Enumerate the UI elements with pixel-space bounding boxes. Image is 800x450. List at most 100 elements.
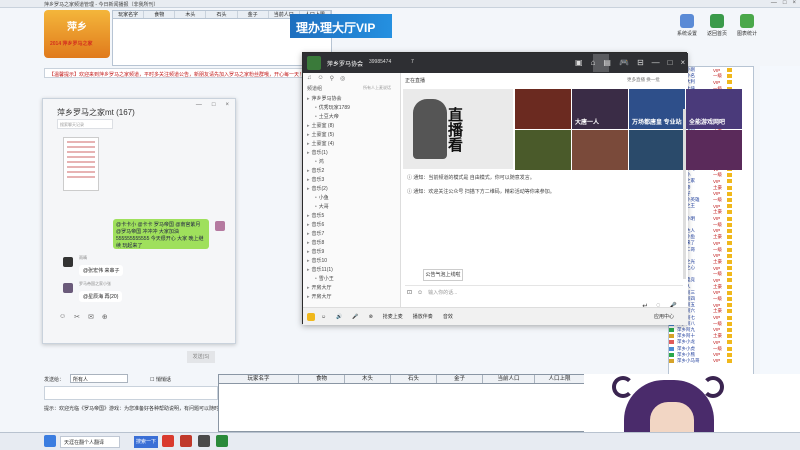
- channel-room[interactable]: ▸ 土豪室 (4): [307, 140, 334, 147]
- window-icon[interactable]: ⊟: [637, 58, 644, 67]
- channel-room[interactable]: ▸ 土豪室 (8): [307, 122, 334, 129]
- channel-room[interactable]: ▸ 音乐3: [307, 176, 324, 183]
- maximize-icon[interactable]: □: [668, 58, 673, 67]
- scissors-icon[interactable]: ✂: [74, 313, 80, 321]
- channel-room[interactable]: ▸ 音乐(1): [307, 149, 328, 156]
- col-header[interactable]: 石头: [206, 11, 238, 18]
- message-input-box[interactable]: [44, 386, 218, 400]
- avatar[interactable]: [63, 257, 73, 267]
- search-icon[interactable]: ⚲: [330, 75, 334, 82]
- minimize-icon[interactable]: —: [652, 58, 660, 67]
- image-icon[interactable]: ⊡: [407, 289, 412, 296]
- col-header[interactable]: 玩家名字: [113, 11, 145, 18]
- system-settings-button[interactable]: 系统设置: [672, 14, 702, 40]
- col-header[interactable]: 玩家名字: [219, 375, 299, 383]
- app-center-button[interactable]: 应用中心: [654, 313, 674, 320]
- emoji-icon[interactable]: ☺: [321, 314, 326, 320]
- settings-icon[interactable]: ⊗: [369, 314, 373, 320]
- chat-search-input[interactable]: 搜索聊天记录: [57, 119, 113, 129]
- shared-image-thumbnail[interactable]: [63, 137, 99, 191]
- list-icon[interactable]: ▤: [603, 58, 611, 67]
- col-header[interactable]: 食物: [299, 375, 345, 383]
- close-icon[interactable]: ×: [680, 58, 685, 67]
- live-thumbnail[interactable]: [629, 130, 685, 170]
- col-header[interactable]: 当前人口: [483, 375, 535, 383]
- channel-room[interactable]: ▸ 音乐10: [307, 257, 327, 264]
- app-icon[interactable]: [162, 435, 174, 447]
- col-header[interactable]: 金子: [238, 11, 269, 18]
- gamepad-icon[interactable]: 🎮: [619, 58, 629, 67]
- vip-banner[interactable]: 理办理大厅VIP: [290, 14, 392, 38]
- maximize-icon[interactable]: □: [212, 102, 216, 108]
- channel-room[interactable]: ▸ 音乐5: [307, 212, 324, 219]
- channel-room[interactable]: ▸ 音乐2: [307, 167, 324, 174]
- live-thumbnail[interactable]: 全能游戏网吧: [686, 89, 742, 129]
- col-header[interactable]: 人口上限: [535, 375, 585, 383]
- mail-icon[interactable]: ✉: [88, 313, 94, 321]
- channel-room[interactable]: ▸ 音乐(2): [307, 185, 328, 192]
- app-icon[interactable]: [216, 435, 228, 447]
- channel-room[interactable]: ▸ 音乐6: [307, 221, 324, 228]
- channel-member[interactable]: • 雪小王: [315, 275, 334, 282]
- channel-room[interactable]: ▸ 音乐7: [307, 230, 324, 237]
- send-button[interactable]: 发送(S): [187, 351, 215, 363]
- play-accompaniment-button[interactable]: 播放伴奏: [413, 313, 433, 320]
- col-header[interactable]: 食物: [144, 11, 176, 18]
- app-icon[interactable]: [198, 435, 210, 447]
- message-input-row[interactable]: ⊡ ☺ 输入你的话... ↵ ◌ 🎤: [405, 285, 683, 310]
- home-icon[interactable]: ⌂: [591, 58, 596, 67]
- channel-room[interactable]: ▸ 音乐8: [307, 239, 324, 246]
- scrollbar[interactable]: [683, 109, 686, 279]
- close-icon[interactable]: ×: [792, 0, 796, 6]
- more-icon[interactable]: ⊕: [102, 313, 108, 321]
- col-header[interactable]: 木头: [345, 375, 391, 383]
- live-thumbnail[interactable]: 大唐一人: [572, 89, 628, 129]
- close-icon[interactable]: ×: [225, 102, 229, 108]
- live-thumbnail[interactable]: [515, 130, 571, 170]
- channel-member[interactable]: • 大哥: [315, 203, 329, 210]
- mic-icon[interactable]: 🎤: [352, 314, 358, 320]
- minimize-icon[interactable]: —: [196, 102, 202, 108]
- screen-icon[interactable]: ▣: [575, 58, 583, 67]
- channel-member[interactable]: • 小鱼: [315, 194, 329, 201]
- app-icon[interactable]: [180, 435, 192, 447]
- stats-button[interactable]: 图表统计: [732, 14, 762, 40]
- channel-room[interactable]: ▸ 音乐11(1): [307, 266, 333, 273]
- col-header[interactable]: 木头: [175, 11, 207, 18]
- user-icon[interactable]: ☺: [318, 75, 324, 82]
- grab-mic-button[interactable]: 抢麦上麦: [383, 313, 403, 320]
- music-icon[interactable]: ♫: [307, 75, 312, 82]
- channel-room[interactable]: ▸ 开房大厅: [307, 293, 332, 300]
- whisper-checkbox[interactable]: ☐ 悄悄话: [150, 376, 171, 383]
- channel-room[interactable]: ▸ 萍乡罗马协会: [307, 95, 342, 102]
- channel-room[interactable]: ▸ 音乐9: [307, 248, 324, 255]
- coin-icon[interactable]: [307, 312, 315, 321]
- avatar[interactable]: [63, 283, 73, 293]
- maximize-icon[interactable]: □: [783, 0, 787, 6]
- taskbar-search-button[interactable]: 搜索一下: [134, 436, 158, 448]
- col-header[interactable]: 石头: [391, 375, 437, 383]
- emoji-icon[interactable]: ☺: [417, 290, 423, 296]
- user-list-row[interactable]: 萍乡小马哥 VIP: [669, 358, 753, 364]
- live-more-link[interactable]: 更多直播 换一批: [627, 77, 660, 83]
- live-thumbnail[interactable]: [572, 130, 628, 170]
- speaker-icon[interactable]: 🔊: [336, 314, 342, 320]
- live-thumbnail[interactable]: [515, 89, 571, 129]
- announcement-bubble-button[interactable]: 公告气泡上线啦: [423, 269, 463, 281]
- recipient-select[interactable]: 所有人: [70, 374, 128, 383]
- channel-member[interactable]: • 土豆大帝: [315, 113, 339, 120]
- live-poster[interactable]: 直播看: [403, 89, 513, 169]
- sound-effect-button[interactable]: 音效: [443, 313, 453, 320]
- live-thumbnail[interactable]: [686, 130, 742, 170]
- col-header[interactable]: 金子: [437, 375, 483, 383]
- channel-member[interactable]: • 鸿: [315, 158, 324, 165]
- taskbar-search[interactable]: 天涯在翻个人翻译: [60, 436, 120, 448]
- start-icon[interactable]: [44, 435, 56, 447]
- emoji-icon[interactable]: ☺: [59, 313, 66, 321]
- avatar[interactable]: [215, 221, 225, 231]
- target-icon[interactable]: ◎: [340, 75, 345, 82]
- live-tab[interactable]: 正在直播: [405, 77, 425, 84]
- channel-room[interactable]: ▸ 土豪室 (5): [307, 131, 334, 138]
- home-button[interactable]: 返回首页: [702, 14, 732, 40]
- channel-avatar[interactable]: [307, 56, 321, 70]
